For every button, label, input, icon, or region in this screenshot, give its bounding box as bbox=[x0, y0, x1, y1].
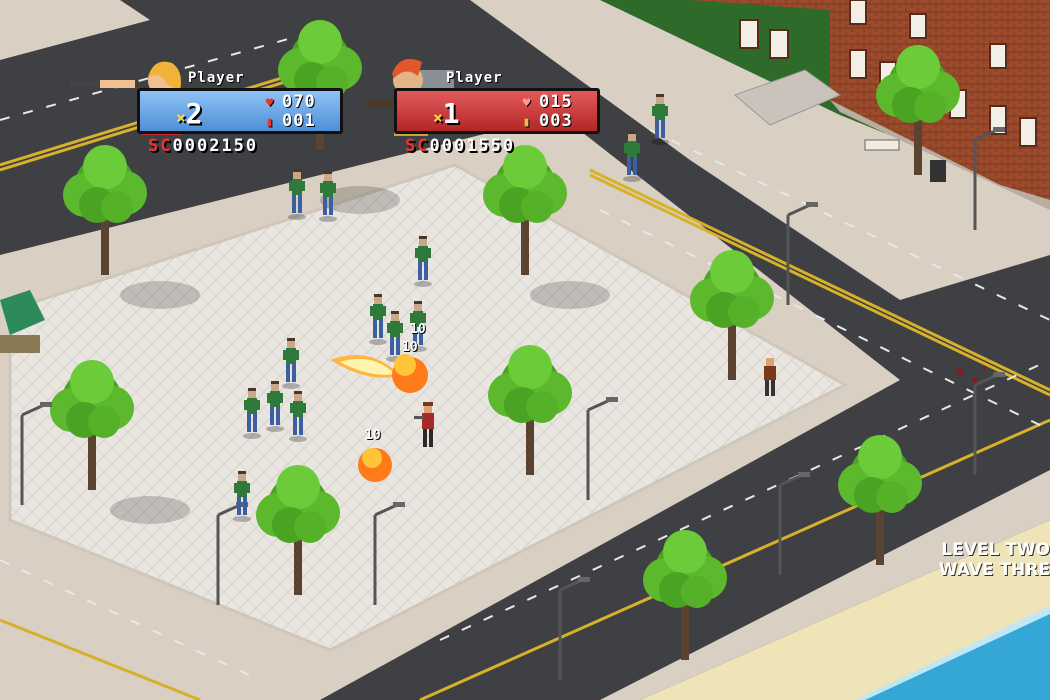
player-one-score: SC0002150 bbox=[148, 136, 259, 156]
bench bbox=[864, 139, 900, 151]
player-two-panel: ×1 ♥ 015 ▮ 003 bbox=[394, 88, 600, 134]
player-one-lives: ×2 bbox=[176, 97, 203, 130]
damage-number: 10 bbox=[402, 340, 418, 355]
trash-can bbox=[930, 160, 946, 182]
player-one-panel: ×2 ♥ 070 ▮ 001 bbox=[137, 88, 343, 134]
heart-icon: ♥ bbox=[522, 96, 532, 111]
damage-number: 10 bbox=[410, 322, 426, 337]
ammo-icon: ▮ bbox=[522, 115, 532, 130]
ammo-icon: ▮ bbox=[265, 115, 275, 130]
wave-info: LEVEL TWO WAVE THRE bbox=[939, 540, 1050, 580]
player-two-lives: ×1 bbox=[433, 97, 460, 130]
player-two-score: SC0001550 bbox=[405, 136, 516, 156]
player-two-health: ♥ 015 bbox=[519, 92, 573, 112]
player-two-ammo: ▮ 003 bbox=[519, 111, 573, 131]
player-two-name: Player bbox=[446, 70, 503, 86]
player-one-health: ♥ 070 bbox=[262, 92, 316, 112]
wave-label: WAVE THRE bbox=[938, 560, 1050, 580]
heart-icon: ♥ bbox=[265, 96, 275, 111]
damage-number: 10 bbox=[365, 428, 381, 443]
player-one-ammo: ▮ 001 bbox=[262, 111, 316, 131]
level-label: LEVEL TWO bbox=[941, 540, 1050, 560]
player-one-name: Player bbox=[188, 70, 245, 86]
